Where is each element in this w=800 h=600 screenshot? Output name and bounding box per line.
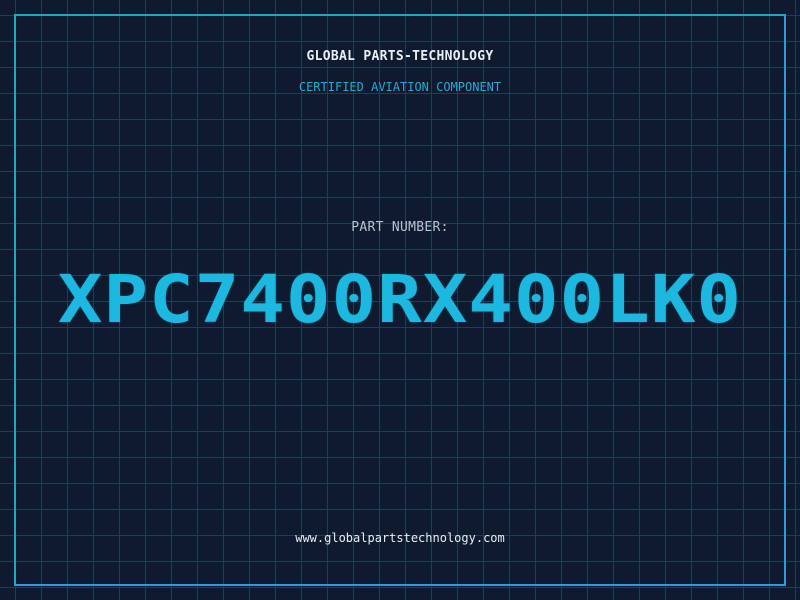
part-number-value: XPC7400RX400LK0 <box>57 261 743 338</box>
website-url: www.globalpartstechnology.com <box>295 531 505 545</box>
company-name: GLOBAL PARTS-TECHNOLOGY <box>306 49 494 64</box>
certification-subtitle: CERTIFIED AVIATION COMPONENT <box>298 80 502 94</box>
part-number-label: PART NUMBER: <box>351 220 449 235</box>
